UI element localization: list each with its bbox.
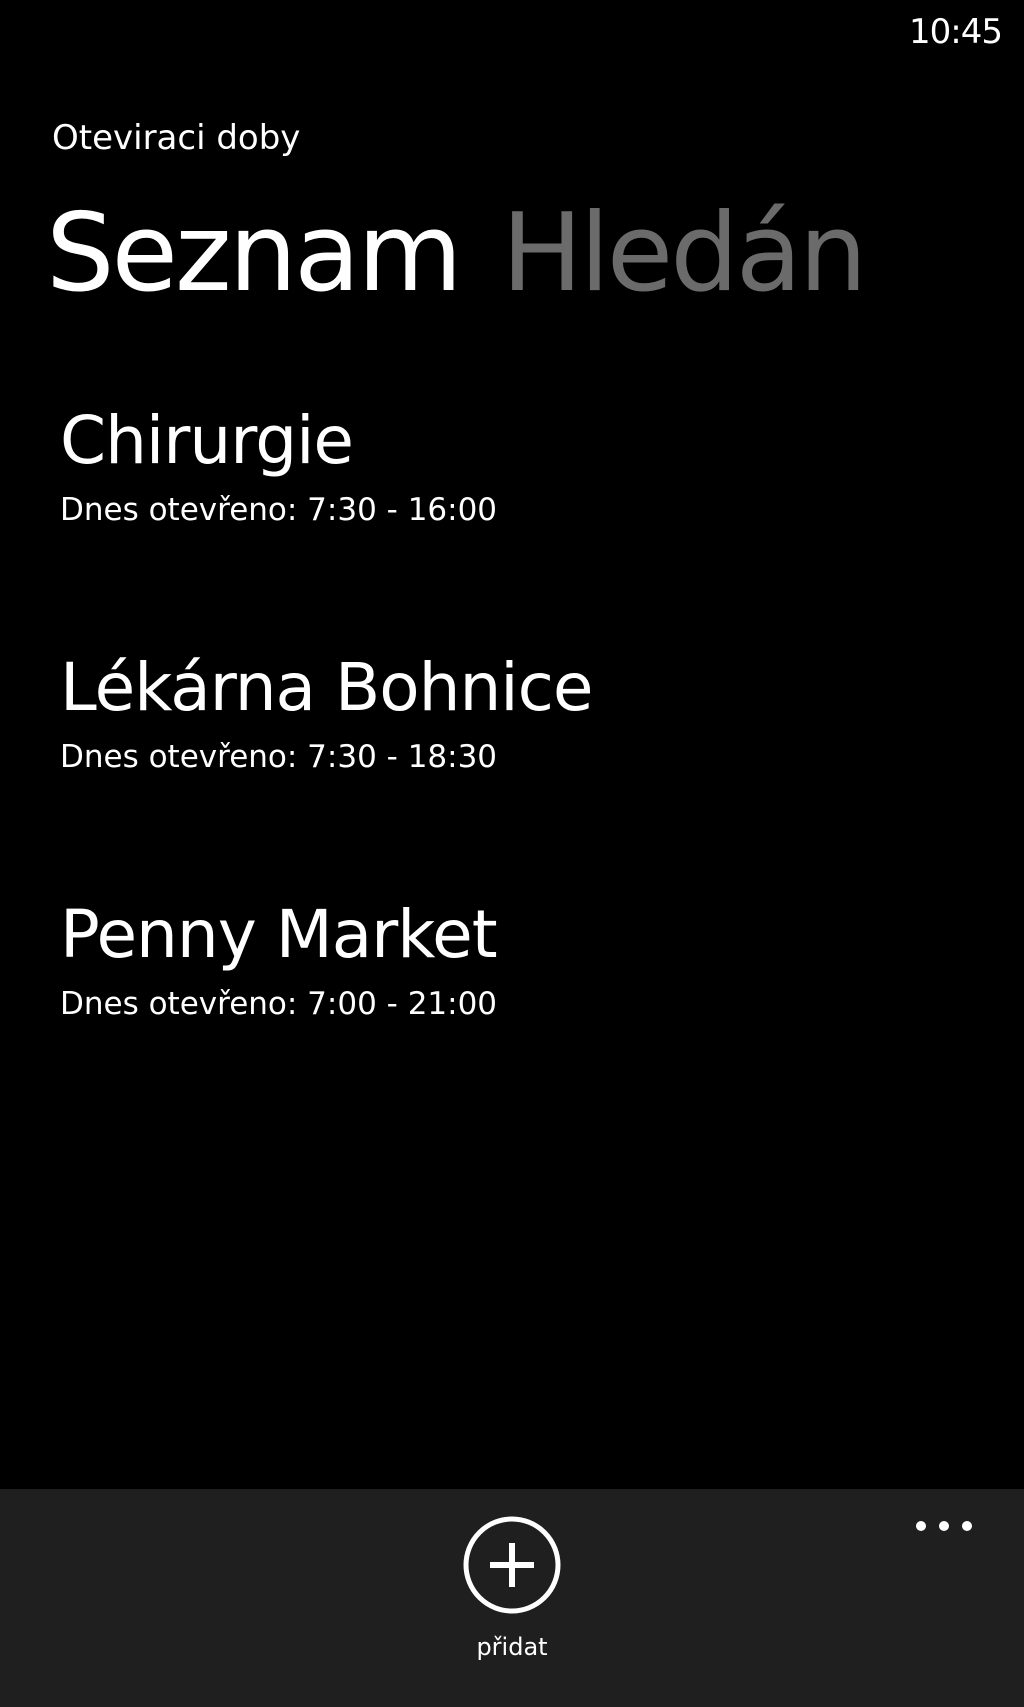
- app-title: Oteviraci doby: [52, 118, 301, 158]
- opening-hours-list: Chirurgie Dnes otevřeno: 7:30 - 16:00 Lé…: [60, 400, 1000, 1141]
- pivot-header-hledani[interactable]: Hledán: [502, 190, 868, 318]
- pivot-headers: Seznam Hledán: [46, 190, 906, 318]
- plus-circle-icon: [463, 1516, 561, 1614]
- app-bar: přidat: [0, 1489, 1024, 1707]
- status-time: 10:45: [909, 12, 1003, 52]
- add-button[interactable]: přidat: [412, 1515, 612, 1665]
- list-item[interactable]: Chirurgie Dnes otevřeno: 7:30 - 16:00: [60, 400, 1000, 647]
- list-item[interactable]: Lékárna Bohnice Dnes otevřeno: 7:30 - 18…: [60, 647, 1000, 894]
- pivot-header-seznam[interactable]: Seznam: [46, 190, 463, 318]
- item-hours: Dnes otevřeno: 7:00 - 21:00: [60, 986, 498, 1022]
- item-name: Lékárna Bohnice: [60, 649, 594, 726]
- list-item[interactable]: Penny Market Dnes otevřeno: 7:00 - 21:00: [60, 894, 1000, 1141]
- more-options-button[interactable]: [904, 1507, 984, 1547]
- item-name: Chirurgie: [60, 402, 354, 479]
- status-bar: 10:45: [0, 0, 1024, 60]
- item-hours: Dnes otevřeno: 7:30 - 18:30: [60, 739, 498, 775]
- add-button-label: přidat: [476, 1633, 548, 1661]
- item-hours: Dnes otevřeno: 7:30 - 16:00: [60, 492, 498, 528]
- item-name: Penny Market: [60, 896, 498, 973]
